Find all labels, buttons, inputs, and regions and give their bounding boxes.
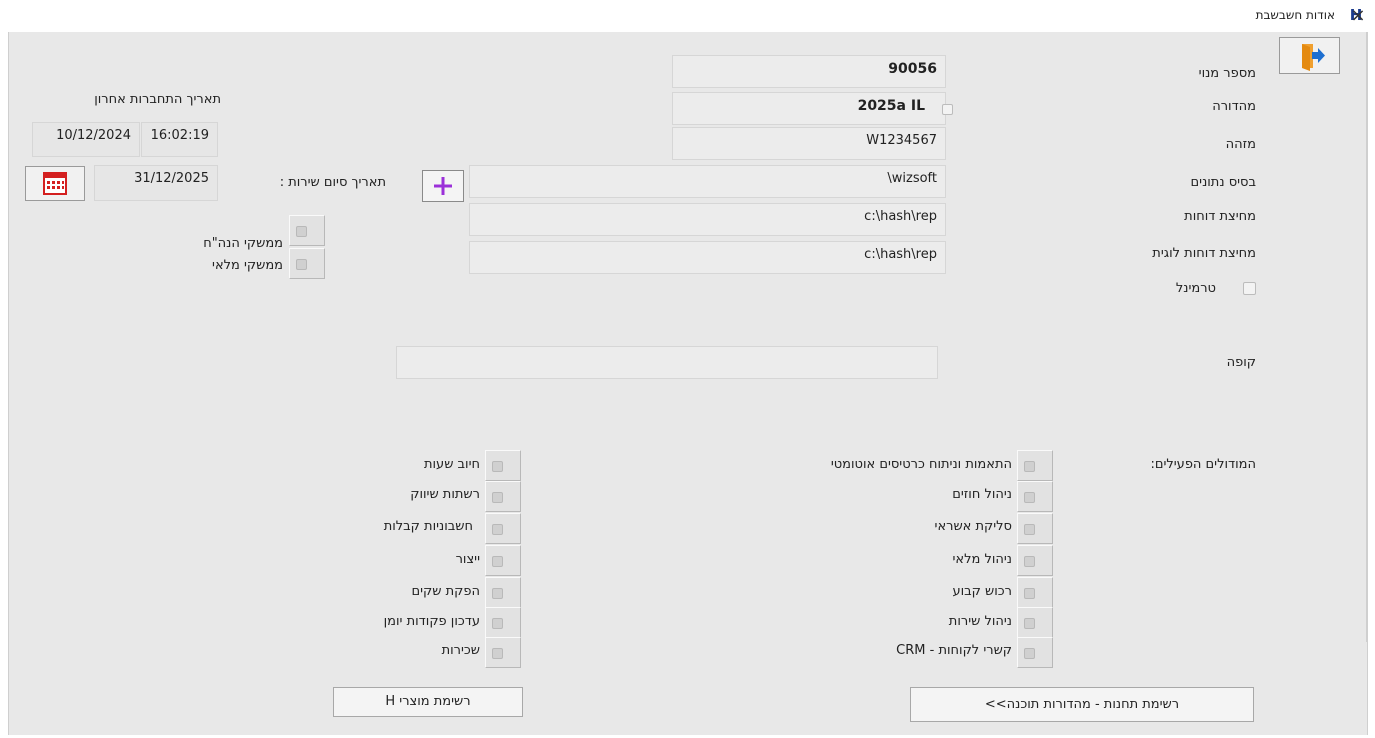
module-checkbox[interactable] [1017,545,1053,576]
id-field: W1234567 [672,127,946,160]
subscriber-field: 90056 [672,55,946,88]
module-checkbox[interactable] [1017,577,1053,608]
module-label: ניהול חוזים [952,487,1012,502]
module-checkbox[interactable] [485,607,521,638]
last-login-label: תאריך התחברות אחרון [94,92,221,107]
module-label: חשבוניות קבלות [383,519,473,534]
check-icon [1024,618,1035,629]
add-service-button[interactable] [422,170,464,202]
check-icon [1024,648,1035,659]
last-login-time-field: 16:02:19 [141,122,218,157]
module-label: הפקת שקים [411,584,480,599]
stations-list-button[interactable]: רשימת תחנות - מהדורות תוכנה>> [910,687,1254,722]
check-icon [492,588,503,599]
interface-label: ממשקי מלאי [212,258,283,273]
module-label: רכוש קבוע [952,584,1012,599]
module-label: התאמות וניתוח כרטיסים אוטומטי [830,457,1012,472]
module-checkbox[interactable] [1017,481,1053,512]
logical-reports-field: c:\hash\rep [469,241,946,274]
module-checkbox[interactable] [1017,637,1053,668]
module-checkbox[interactable] [1017,513,1053,544]
register-label: קופה [1226,355,1256,370]
module-label: סליקת אשראי [934,519,1012,534]
logical-reports-label: מחיצת דוחות לוגית [1152,246,1256,261]
reports-folder-label: מחיצת דוחות [1184,209,1256,224]
module-label: ניהול מלאי [952,552,1012,567]
version-label: מהדורה [1212,99,1256,114]
reports-folder-field: c:\hash\rep [469,203,946,236]
version-checkbox[interactable] [942,104,953,115]
calendar-icon [43,172,67,195]
check-icon [296,226,307,237]
last-login-date-field: 10/12/2024 [32,122,140,157]
module-label: ייצור [455,552,480,567]
service-end-label: תאריך סיום שירות : [279,175,386,190]
check-icon [1024,524,1035,535]
close-icon[interactable]: × [1344,2,1372,30]
plus-icon [434,177,452,195]
module-label: קשרי לקוחות - CRM [896,643,1012,658]
module-label: עדכון פקודות יומן [383,614,480,629]
products-list-button[interactable]: רשימת מוצרי H [333,687,523,717]
check-icon [492,461,503,472]
module-checkbox[interactable] [1017,450,1053,481]
database-label: בסיס נתונים [1190,175,1256,190]
title-bar: H אודות חשבשבת × [0,0,1375,32]
window-title: אודות חשבשבת [1255,8,1335,22]
module-label: ניהול שירות [948,614,1012,629]
terminal-label: טרמינל [1175,281,1216,296]
register-field [396,346,938,379]
check-icon [1024,492,1035,503]
module-checkbox[interactable] [485,513,521,544]
check-icon [296,259,307,270]
terminal-checkbox[interactable] [1243,282,1256,295]
module-checkbox[interactable] [485,577,521,608]
check-icon [492,492,503,503]
interface-checkbox[interactable] [289,248,325,279]
subscriber-label: מספר מנוי [1198,66,1256,81]
check-icon [492,648,503,659]
exit-button[interactable] [1279,37,1340,74]
module-checkbox[interactable] [485,450,521,481]
modules-title: המודולים הפעילים: [1150,457,1256,472]
check-icon [1024,588,1035,599]
service-end-date-field: 31/12/2025 [94,165,218,201]
check-icon [1024,461,1035,472]
module-checkbox[interactable] [485,637,521,668]
check-icon [492,618,503,629]
check-icon [492,524,503,535]
module-checkbox[interactable] [1017,607,1053,638]
id-label: מזהה [1225,137,1256,152]
module-checkbox[interactable] [485,545,521,576]
module-label: רשתות שיווק [410,487,480,502]
module-checkbox[interactable] [485,481,521,512]
exit-door-icon [1302,44,1325,71]
check-icon [1024,556,1035,567]
module-label: חיוב שעות [423,457,480,472]
module-label: שכירות [441,643,480,658]
version-field: 2025a IL [672,92,946,125]
database-field: \wizsoft [469,165,946,198]
interface-label: ממשקי הנה"ח [203,236,283,251]
right-border [1366,32,1368,642]
check-icon [492,556,503,567]
interface-checkbox[interactable] [289,215,325,246]
calendar-button[interactable] [25,166,85,201]
